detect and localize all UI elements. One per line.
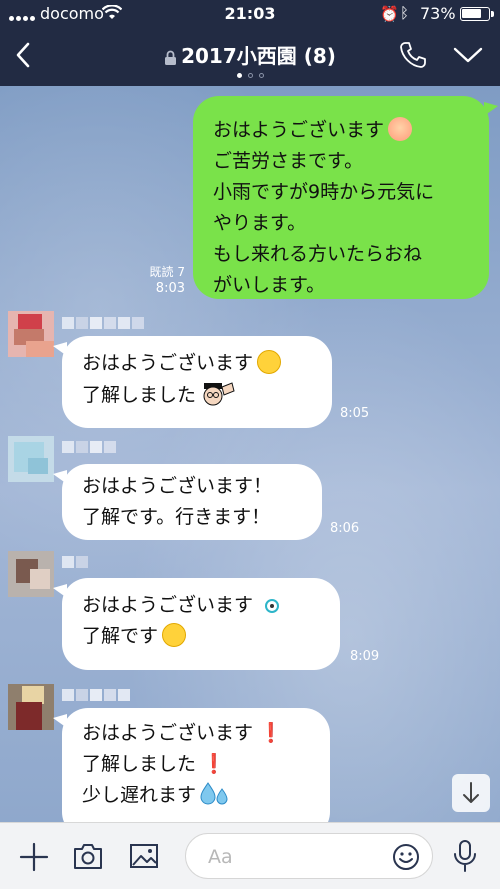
emoji-icon[interactable] — [392, 843, 420, 871]
target-icon — [265, 599, 280, 613]
sender-name — [62, 686, 132, 701]
sender-name — [62, 314, 146, 329]
lock-icon — [165, 50, 177, 65]
bluetooth-icon: ᛒ — [400, 4, 410, 22]
battery-icon — [460, 7, 494, 21]
exclamation-emoji: ❗ — [202, 753, 226, 775]
camera-icon[interactable] — [72, 841, 104, 871]
message-time: 8:06 — [330, 521, 360, 536]
message-line: おはようございます ❗ — [82, 722, 283, 744]
message-input[interactable]: Aa — [185, 833, 433, 879]
message-bubble-incoming[interactable]: おはようございます！ 了解です。行きます！ — [53, 464, 322, 540]
message-line: おはようございます！ — [82, 475, 273, 497]
header-bar: docomo 21:03 ⏰ ᛒ 73% 2017小西園 (8) — [0, 0, 500, 86]
message-line: 了解しました ❗ — [82, 753, 226, 775]
scroll-to-bottom-button[interactable] — [452, 774, 490, 812]
message-bubble-incoming[interactable]: おはようございます 了解です — [53, 578, 340, 670]
grinning-face-emoji — [257, 350, 282, 374]
message-line: 小雨ですが9時から元気に — [213, 181, 435, 203]
message-line: もし来れる方いたらおね — [213, 243, 423, 265]
read-receipt: 既読 7 8:03 — [149, 265, 185, 296]
message-line: 了解しました — [82, 379, 332, 411]
message-list[interactable]: 既読 7 8:03 おはようございます ご苦労さまです。 小雨ですが9時から元気に… — [0, 86, 500, 822]
message-time: 8:09 — [350, 649, 380, 664]
avatar[interactable] — [8, 311, 54, 357]
microphone-icon[interactable] — [452, 839, 478, 873]
exclamation-emoji: ❗ — [259, 722, 283, 744]
avatar[interactable] — [8, 684, 54, 730]
composer-bar: Aa — [0, 822, 500, 889]
image-icon[interactable] — [128, 841, 160, 871]
status-bar: docomo 21:03 ⏰ ᛒ 73% — [0, 0, 500, 28]
phone-icon[interactable] — [398, 40, 428, 70]
chat-title-text: 2017小西園 (8) — [181, 44, 336, 68]
message-line: やります。 — [213, 212, 307, 234]
message-line: 少し遅れます — [82, 780, 330, 811]
sweat-drops-emoji — [200, 782, 228, 805]
message-bubble-incoming[interactable]: おはようございます ❗ 了解しました ❗ 少し遅れます — [53, 708, 330, 822]
chevron-down-icon[interactable] — [452, 44, 484, 66]
sender-name — [62, 553, 90, 568]
smiling-face-emoji — [388, 117, 413, 141]
message-line: がいします。 — [213, 274, 326, 296]
plus-icon[interactable] — [18, 841, 50, 873]
message-line: おはようございます — [82, 348, 332, 379]
message-bubble-outgoing[interactable]: おはようございます ご苦労さまです。 小雨ですが9時から元気に やります。 もし… — [193, 96, 498, 299]
salute-sticker-icon — [200, 381, 237, 407]
chat-screen: docomo 21:03 ⏰ ᛒ 73% 2017小西園 (8) 既読 7 8:… — [0, 0, 500, 889]
avatar[interactable] — [8, 551, 54, 597]
message-bubble-incoming[interactable]: おはようございます 了解しました — [53, 336, 332, 428]
alarm-icon: ⏰ — [380, 5, 399, 23]
avatar[interactable] — [8, 436, 54, 482]
message-time: 8:05 — [340, 406, 370, 421]
smiling-face-emoji — [162, 623, 187, 647]
message-input-placeholder: Aa — [208, 846, 233, 868]
sender-name — [62, 438, 118, 453]
page-indicator — [0, 70, 500, 78]
message-line: おはようございます — [82, 590, 340, 621]
message-line: 了解です。行きます！ — [82, 506, 271, 528]
message-line: 了解です — [82, 621, 340, 652]
message-line: ご苦労さまです。 — [213, 150, 364, 172]
message-line: おはようございます — [213, 115, 489, 146]
battery-percent: 73% — [420, 4, 456, 23]
arrow-down-icon — [463, 782, 479, 803]
